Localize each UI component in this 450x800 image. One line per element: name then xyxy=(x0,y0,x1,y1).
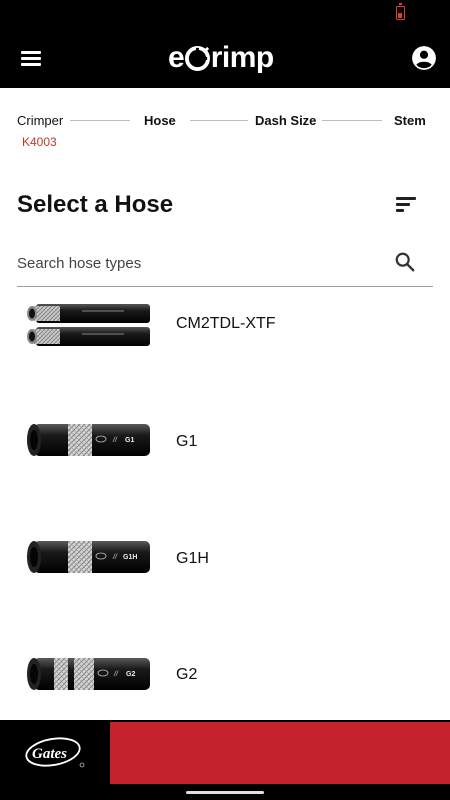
list-item-hose-g2[interactable]: // G2 G2 xyxy=(0,649,450,720)
hose-image: // G1H xyxy=(27,541,150,573)
list-item-hose-g1h[interactable]: // G1H G1H xyxy=(0,532,450,642)
hose-list: CM2TDL-XTF // G1 G1 // G1H G1H // G2 G2 xyxy=(0,288,450,720)
sort-icon[interactable] xyxy=(394,194,418,216)
gates-logo: Gates xyxy=(25,737,85,768)
hose-badge: G2 xyxy=(126,671,135,678)
step-crimper[interactable]: Crimper xyxy=(17,113,63,128)
search-icon[interactable] xyxy=(394,251,416,273)
double-hose-image xyxy=(27,304,150,346)
list-item-hose-cm2tdl-xtf[interactable]: CM2TDL-XTF xyxy=(0,298,450,408)
status-bar xyxy=(0,0,450,28)
battery-charging-icon xyxy=(396,3,405,20)
step-hose[interactable]: Hose xyxy=(144,113,176,128)
hose-name: G2 xyxy=(176,666,198,683)
step-stem[interactable]: Stem xyxy=(394,113,426,128)
list-item-hose-g1[interactable]: // G1 G1 xyxy=(0,415,450,525)
home-indicator[interactable] xyxy=(186,791,264,794)
footer-banner: Gates xyxy=(0,720,450,800)
hose-image: // G1 xyxy=(27,424,150,456)
progress-stepper: Crimper Hose Dash Size Stem K4003 xyxy=(0,88,450,158)
logo-crimp-icon xyxy=(184,45,210,71)
step-connector xyxy=(322,120,382,121)
footer-red-band xyxy=(110,722,450,784)
ecrimp-logo: e rimp xyxy=(168,38,274,78)
page-title: Select a Hose xyxy=(17,191,174,218)
hose-image: // G2 xyxy=(27,658,150,690)
step-dash-size[interactable]: Dash Size xyxy=(255,113,316,128)
hose-badge: G1 xyxy=(125,437,134,444)
gates-logo-text: Gates xyxy=(32,746,67,762)
hose-name: G1H xyxy=(176,550,209,567)
logo-text-first: e xyxy=(168,41,185,74)
selected-crimper-value: K4003 xyxy=(22,135,57,149)
search-input[interactable] xyxy=(17,252,377,274)
hose-name: CM2TDL-XTF xyxy=(176,315,276,332)
app-bar: e rimp xyxy=(0,28,450,88)
hose-badge: G1H xyxy=(123,554,137,561)
menu-icon[interactable] xyxy=(18,46,44,70)
search-bar xyxy=(17,244,433,287)
step-connector xyxy=(190,120,248,121)
logo-text-rest: rimp xyxy=(210,41,275,74)
hose-name: G1 xyxy=(176,433,198,450)
step-connector xyxy=(70,120,130,121)
account-circle-icon[interactable] xyxy=(411,45,437,71)
